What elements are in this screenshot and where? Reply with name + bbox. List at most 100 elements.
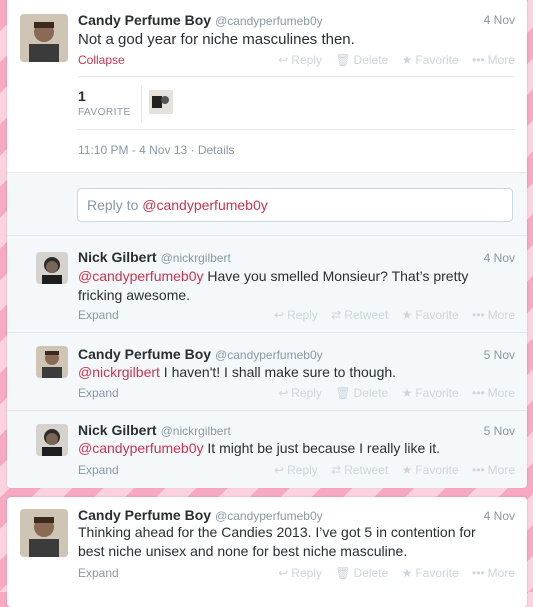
author-handle[interactable]: @candyperfumeb0y xyxy=(215,348,323,362)
expand-link[interactable]: Expand xyxy=(78,566,119,580)
star-icon: ★ xyxy=(401,463,413,477)
reply-input[interactable]: Reply to @candyperfumeb0y xyxy=(77,188,513,222)
tweet-actions: ↩ Reply 🗑 Delete ★ Favorite ••• More xyxy=(268,566,515,580)
tweet-author[interactable]: Candy Perfume Boy @candyperfumeb0y xyxy=(78,507,323,523)
trash-icon: 🗑 xyxy=(335,566,351,580)
reply-prefix: Reply to xyxy=(87,197,139,213)
tweet-author[interactable]: Candy Perfume Boy @candyperfumeb0y xyxy=(78,12,323,28)
favorite-button[interactable]: ★ Favorite xyxy=(402,308,459,322)
more-button[interactable]: ••• More xyxy=(472,463,515,477)
favoriter-avatar[interactable] xyxy=(149,90,173,114)
expand-link[interactable]: Expand xyxy=(78,463,119,477)
tweet-text: @nickrgilbert I haven't! I shall make su… xyxy=(78,363,396,382)
author-handle[interactable]: @candyperfumeb0y xyxy=(215,509,323,523)
more-button[interactable]: ••• More xyxy=(472,308,515,322)
delete-button[interactable]: 🗑 Delete xyxy=(335,53,388,67)
avatar[interactable] xyxy=(36,252,68,284)
reply-area: Reply to @candyperfumeb0y xyxy=(7,172,527,235)
tweet-date[interactable]: 5 Nov xyxy=(484,424,515,438)
tweet-text: Not a god year for niche masculines then… xyxy=(78,31,355,48)
favorite-button[interactable]: ★ Favorite xyxy=(402,463,459,477)
more-button[interactable]: ••• More xyxy=(472,53,515,67)
retweet-button[interactable]: ⇄ Retweet xyxy=(331,463,388,477)
tweet-date[interactable]: 4 Nov xyxy=(484,251,515,265)
reply-button[interactable]: ↩ Reply xyxy=(274,463,318,477)
delete-button[interactable]: 🗑 Delete xyxy=(335,386,388,400)
mention-link[interactable]: @candyperfumeb0y xyxy=(78,268,204,284)
conversation-panel: Candy Perfume Boy @candyperfumeb0y 4 Nov … xyxy=(7,0,527,488)
tweet-date[interactable]: 5 Nov xyxy=(484,348,515,362)
tweet-author[interactable]: Candy Perfume Boy @candyperfumeb0y xyxy=(78,346,323,362)
reply-icon: ↩ xyxy=(274,308,285,322)
favorite-button[interactable]: ★ Favorite xyxy=(402,386,459,400)
divider xyxy=(78,129,515,130)
more-button[interactable]: ••• More xyxy=(472,566,515,580)
avatar[interactable] xyxy=(36,424,68,456)
more-dots-icon: ••• xyxy=(472,53,485,67)
author-handle[interactable]: @candyperfumeb0y xyxy=(215,14,323,28)
tweet-actions: ↩ Reply ⇄ Retweet ★ Favorite ••• More xyxy=(264,463,515,477)
more-dots-icon: ••• xyxy=(472,566,485,580)
avatar[interactable] xyxy=(20,14,68,62)
reply-icon: ↩ xyxy=(278,386,289,400)
tweet-date[interactable]: 4 Nov xyxy=(484,13,515,27)
mention-link[interactable]: @nickrgilbert xyxy=(78,364,160,380)
expand-link[interactable]: Expand xyxy=(78,386,119,400)
tweet-text-line: best niche unisex and none for best nich… xyxy=(78,543,408,559)
tweet-text: Thinking ahead for the Candies 2013. I’v… xyxy=(78,523,476,561)
tweet-body: I haven't! I shall make sure to though. xyxy=(159,364,397,380)
author-name[interactable]: Nick Gilbert xyxy=(78,249,157,265)
author-handle[interactable]: @nickrgilbert xyxy=(161,424,231,438)
reply-icon: ↩ xyxy=(278,53,289,67)
tweet-text: @candyperfumeb0y It might be just becaus… xyxy=(78,439,440,458)
more-button[interactable]: ••• More xyxy=(472,386,515,400)
timestamp-text: 11:10 PM - 4 Nov 13 xyxy=(78,143,188,157)
trash-icon: 🗑 xyxy=(335,386,351,400)
author-name[interactable]: Candy Perfume Boy xyxy=(78,507,211,523)
reply-button[interactable]: ↩ Reply xyxy=(278,53,322,67)
tweet-text: @candyperfumeb0y Have you smelled Monsie… xyxy=(78,267,498,305)
favorite-button[interactable]: ★ Favorite xyxy=(402,53,459,67)
more-dots-icon: ••• xyxy=(472,308,485,322)
stats-divider xyxy=(141,86,142,122)
reply-button[interactable]: ↩ Reply xyxy=(278,566,322,580)
favorite-button[interactable]: ★ Favorite xyxy=(402,566,459,580)
details-link[interactable]: Details xyxy=(198,143,235,157)
author-name[interactable]: Nick Gilbert xyxy=(78,422,157,438)
collapse-link[interactable]: Collapse xyxy=(78,53,125,67)
tweet-author[interactable]: Nick Gilbert @nickrgilbert xyxy=(78,249,231,265)
tweet-timestamp: 11:10 PM - 4 Nov 13 · Details xyxy=(78,143,235,157)
retweet-button[interactable]: ⇄ Retweet xyxy=(331,308,388,322)
reply-button[interactable]: ↩ Reply xyxy=(274,308,318,322)
reply-button[interactable]: ↩ Reply xyxy=(278,386,322,400)
retweet-icon: ⇄ xyxy=(331,308,342,322)
favorites-count[interactable]: 1 xyxy=(78,88,86,104)
divider xyxy=(78,76,515,77)
star-icon: ★ xyxy=(401,566,413,580)
tweet-panel[interactable]: Candy Perfume Boy @candyperfumeb0y 4 Nov … xyxy=(7,497,527,607)
more-dots-icon: ••• xyxy=(472,386,485,400)
reply-icon: ↩ xyxy=(274,463,285,477)
reply-icon: ↩ xyxy=(278,566,289,580)
author-name[interactable]: Candy Perfume Boy xyxy=(78,12,211,28)
author-handle[interactable]: @nickrgilbert xyxy=(161,251,231,265)
delete-button[interactable]: 🗑 Delete xyxy=(335,566,388,580)
reply-tweet[interactable]: Nick Gilbert @nickrgilbert 5 Nov @candype… xyxy=(7,410,527,488)
avatar[interactable] xyxy=(36,346,68,378)
reply-tweet[interactable]: Nick Gilbert @nickrgilbert 4 Nov @candype… xyxy=(7,235,527,332)
avatar[interactable] xyxy=(20,509,68,557)
reply-tweet[interactable]: Candy Perfume Boy @candyperfumeb0y 5 Nov … xyxy=(7,332,527,410)
tweet-text-line: Thinking ahead for the Candies 2013. I’v… xyxy=(78,524,476,540)
reply-mention: @candyperfumeb0y xyxy=(142,197,268,213)
expand-link[interactable]: Expand xyxy=(78,308,119,322)
tweet-actions: ↩ Reply ⇄ Retweet ★ Favorite ••• More xyxy=(264,308,515,322)
tweet-actions: ↩ Reply 🗑 Delete ★ Favorite ••• More xyxy=(268,386,515,400)
star-icon: ★ xyxy=(401,386,413,400)
star-icon: ★ xyxy=(401,308,413,322)
favorites-label: FAVORITE xyxy=(78,107,131,118)
tweet-date[interactable]: 4 Nov xyxy=(484,509,515,523)
mention-link[interactable]: @candyperfumeb0y xyxy=(78,440,204,456)
author-name[interactable]: Candy Perfume Boy xyxy=(78,346,211,362)
retweet-icon: ⇄ xyxy=(331,463,342,477)
tweet-author[interactable]: Nick Gilbert @nickrgilbert xyxy=(78,422,231,438)
